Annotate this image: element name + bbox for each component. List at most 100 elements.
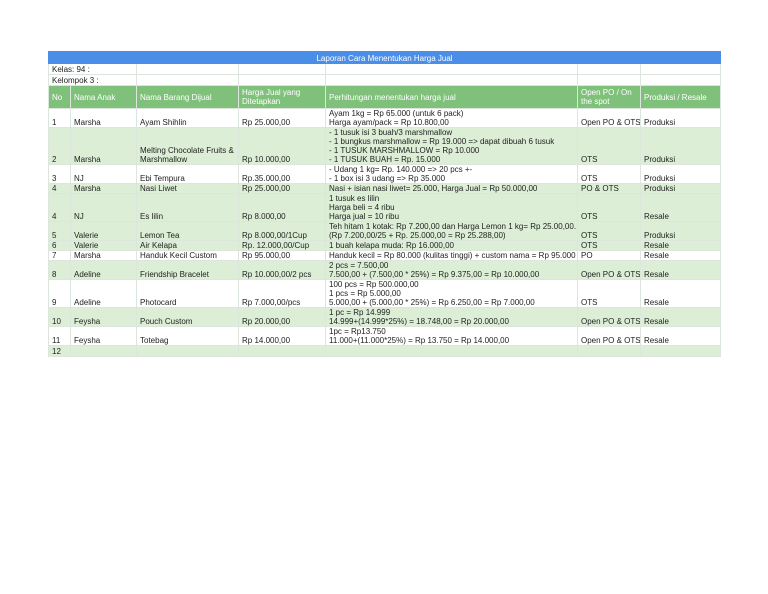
cell-nama-anak[interactable]: Marsha [70, 183, 137, 194]
cell-no[interactable]: 6 [48, 240, 71, 251]
cell-perhitungan[interactable]: 100 pcs = Rp 500.000,00 1 pcs = Rp 5.000,… [325, 279, 578, 308]
cell-perhitungan[interactable]: 1 buah kelapa muda: Rp 16.000,00 [325, 240, 578, 251]
kelompok-label[interactable]: Kelompok 3 : [48, 74, 137, 86]
cell-nama-anak[interactable]: Adeline [70, 279, 137, 308]
cell-produksi-resale[interactable]: Produksi [639, 108, 722, 128]
cell-produksi-resale[interactable]: Resale [639, 260, 722, 280]
cell-harga-jual[interactable]: Rp. 12.000,00/Cup [238, 240, 326, 251]
cell-no[interactable]: 4 [48, 193, 71, 222]
cell-no[interactable]: 3 [48, 164, 71, 184]
calc-line: 1pc = Rp13.750 [329, 327, 386, 337]
cell-perhitungan[interactable]: Handuk kecil = Rp 80.000 (kulitas tinggi… [325, 250, 578, 261]
cell-nama-barang[interactable]: Friendship Bracelet [136, 260, 239, 280]
cell-perhitungan[interactable]: - 1 tusuk isi 3 buah/3 marshmallow - 1 bu… [325, 127, 578, 165]
cell-produksi-resale[interactable]: Produksi [639, 221, 722, 241]
calc-line: Harga beli = 4 ribu [329, 203, 395, 212]
cell-no[interactable]: 7 [48, 250, 71, 261]
cell-perhitungan[interactable]: - Udang 1 kg= Rp. 140.000 => 20 pcs +- - … [325, 164, 578, 184]
cell-open-po[interactable]: Open PO & OTS [577, 260, 641, 280]
cell-open-po[interactable]: Open PO & OTS [577, 307, 641, 327]
cell-perhitungan[interactable]: 2 pcs = 7.500,00 7.500,00 + (7.500,00 * 2… [325, 260, 578, 280]
cell-open-po[interactable] [577, 345, 641, 357]
cell-nama-anak[interactable]: Marsha [70, 250, 137, 261]
cell-perhitungan[interactable]: Teh hitam 1 kotak: Rp 7.200,00 dan Harga… [325, 221, 578, 241]
table-row: 12 [48, 345, 722, 357]
cell-produksi-resale[interactable]: Resale [639, 307, 722, 327]
cell-no[interactable]: 5 [48, 221, 71, 241]
cell-nama-anak[interactable]: Valerie [70, 240, 137, 251]
cell-nama-barang[interactable]: Lemon Tea [136, 221, 239, 241]
cell-harga-jual[interactable]: Rp 10.000,00 [238, 127, 326, 165]
cell-nama-barang[interactable]: Totebag [136, 326, 239, 346]
cell-open-po[interactable]: OTS [577, 240, 641, 251]
table-row: 9 Adeline Photocard Rp 7.000,00/pcs 100 pcs … [48, 279, 722, 308]
cell-harga-jual[interactable]: Rp.35.000,00 [238, 164, 326, 184]
cell-open-po[interactable]: Open PO & OTS [577, 326, 641, 346]
cell-produksi-resale[interactable]: Resale [639, 193, 722, 222]
kelas-label[interactable]: Kelas: 94 : [48, 63, 137, 75]
cell-nama-barang[interactable]: Ayam Shihlin [136, 108, 239, 128]
cell-perhitungan[interactable]: 1 tusuk es lilin Harga beli = 4 ribu Harga… [325, 193, 578, 222]
cell-open-po[interactable]: OTS [577, 193, 641, 222]
cell-nama-barang[interactable]: Handuk Kecil Custom [136, 250, 239, 261]
cell-produksi-resale[interactable]: Produksi [639, 164, 722, 184]
cell-nama-barang[interactable]: Photocard [136, 279, 239, 308]
cell-open-po[interactable]: PO & OTS [577, 183, 641, 194]
cell-harga-jual[interactable]: Rp 10.000,00/2 pcs [238, 260, 326, 280]
cell-nama-anak[interactable] [70, 345, 137, 357]
cell-nama-anak[interactable]: NJ [70, 164, 137, 184]
cell-nama-anak[interactable]: Marsha [70, 127, 137, 165]
cell-harga-jual[interactable]: Rp 8.000,00/1Cup [238, 221, 326, 241]
cell-nama-barang[interactable]: Melting Chocolate Fruits & Marshmallow [136, 127, 239, 165]
cell-nama-barang[interactable]: Nasi Liwet [136, 183, 239, 194]
cell-harga-jual[interactable]: Rp 8.000,00 [238, 193, 326, 222]
cell-produksi-resale[interactable]: Resale [639, 250, 722, 261]
cell-harga-jual[interactable]: Rp 25.000,00 [238, 183, 326, 194]
cell-no[interactable]: 2 [48, 127, 71, 165]
cell-produksi-resale[interactable]: Resale [639, 326, 722, 346]
cell-produksi-resale[interactable]: Produksi [639, 183, 722, 194]
cell-nama-barang[interactable]: Ebi Tempura [136, 164, 239, 184]
cell-perhitungan[interactable]: Nasi + isian nasi liwet= 25.000, Harga J… [325, 183, 578, 194]
cell-harga-jual[interactable] [238, 345, 326, 357]
cell-no[interactable]: 4 [48, 183, 71, 194]
cell-open-po[interactable]: Open PO & OTS [577, 108, 641, 128]
cell-open-po[interactable]: PO [577, 250, 641, 261]
cell-nama-anak[interactable]: Adeline [70, 260, 137, 280]
cell-produksi-resale[interactable]: Resale [639, 279, 722, 308]
cell-produksi-resale[interactable] [639, 345, 722, 357]
cell-nama-barang[interactable]: Air Kelapa [136, 240, 239, 251]
cell-no[interactable]: 1 [48, 108, 71, 128]
cell-nama-barang[interactable] [136, 345, 239, 357]
cell-open-po[interactable]: OTS [577, 127, 641, 165]
cell-perhitungan[interactable] [325, 345, 578, 357]
cell-harga-jual[interactable]: Rp 20.000,00 [238, 307, 326, 327]
cell-no[interactable]: 11 [48, 326, 71, 346]
cell-harga-jual[interactable]: Rp 25.000,00 [238, 108, 326, 128]
cell-produksi-resale[interactable]: Resale [639, 240, 722, 251]
cell-perhitungan[interactable]: 1 pc = Rp 14.999 14.999+(14.999*25%) = 18… [325, 307, 578, 327]
cell-nama-anak[interactable]: NJ [70, 193, 137, 222]
cell-nama-anak[interactable]: Feysha [70, 326, 137, 346]
cell-nama-barang[interactable]: Pouch Custom [136, 307, 239, 327]
cell-no[interactable]: 10 [48, 307, 71, 327]
cell-nama-anak[interactable]: Marsha [70, 108, 137, 128]
cell-harga-jual[interactable]: Rp 14.000,00 [238, 326, 326, 346]
cell-harga-jual[interactable]: Rp 7.000,00/pcs [238, 279, 326, 308]
cell-no[interactable]: 8 [48, 260, 71, 280]
cell-open-po[interactable]: OTS [577, 221, 641, 241]
cell-harga-jual[interactable]: Rp 95.000,00 [238, 250, 326, 261]
cell-produksi-resale[interactable]: Produksi [639, 127, 722, 165]
calc-line: 7.500,00 + (7.500,00 * 25%) = Rp 9.375,0… [329, 270, 540, 279]
cell-open-po[interactable]: OTS [577, 164, 641, 184]
cell-no[interactable]: 9 [48, 279, 71, 308]
cell-nama-anak[interactable]: Valerie [70, 221, 137, 241]
calc-line: 100 pcs = Rp 500.000,00 [329, 280, 419, 290]
table-row: 10 Feysha Pouch Custom Rp 20.000,00 1 pc = R… [48, 307, 722, 327]
cell-open-po[interactable]: OTS [577, 279, 641, 308]
cell-nama-anak[interactable]: Feysha [70, 307, 137, 327]
cell-no[interactable]: 12 [48, 345, 71, 357]
cell-perhitungan[interactable]: Ayam 1kg = Rp 65.000 (untuk 6 pack) Harga… [325, 108, 578, 128]
cell-nama-barang[interactable]: Es lilin [136, 193, 239, 222]
cell-perhitungan[interactable]: 1pc = Rp13.750 11.000+(11.000*25%) = Rp 1… [325, 326, 578, 346]
